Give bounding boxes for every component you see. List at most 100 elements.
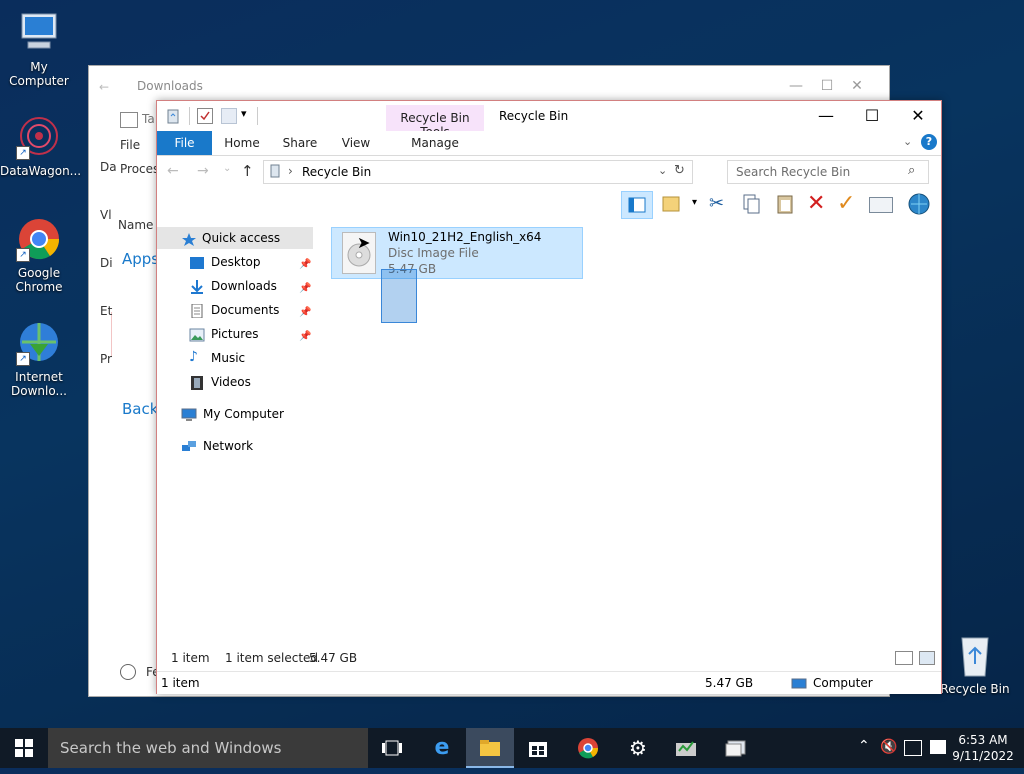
view-dropdown-icon[interactable]: ▾: [692, 197, 697, 208]
chrome-icon[interactable]: [564, 728, 612, 768]
pictures-icon: [189, 327, 205, 342]
title-bar[interactable]: ▾ Recycle Bin Tools Recycle Bin — ☐ ✕: [157, 101, 941, 155]
desktop-icon-label: Google Chrome: [15, 266, 63, 294]
selected-count: 1 item selected: [225, 651, 319, 665]
background-label: Pr: [100, 352, 112, 366]
nav-label: My Computer: [203, 407, 284, 421]
copy-icon[interactable]: [741, 193, 761, 215]
maximize-button[interactable]: ☐: [849, 101, 895, 131]
large-icons-view-icon[interactable]: [919, 651, 935, 665]
desktop-icon-google-chrome[interactable]: ↗ Google Chrome: [0, 216, 78, 294]
download-arrow-icon: [189, 279, 205, 294]
background-label: Vl: [100, 208, 112, 222]
properties-icon[interactable]: [197, 108, 213, 124]
tab-manage[interactable]: Manage: [386, 131, 484, 155]
nav-my-computer[interactable]: My Computer: [181, 403, 313, 425]
desktop-icon-internet-download[interactable]: ↗ Internet Downlo...: [0, 320, 78, 398]
network-status-icon[interactable]: [904, 740, 922, 756]
command-toolbar: ▾ ✂ ✕ ✓: [157, 189, 941, 221]
background-window-controls-icon: — ☐ ✕: [789, 78, 863, 94]
view-options-icon[interactable]: [661, 193, 681, 215]
outer-status-bar: 1 item 5.47 GB Computer: [157, 671, 941, 694]
nav-label: Videos: [211, 375, 251, 389]
refresh-icon[interactable]: ↻: [674, 163, 685, 178]
tab-file[interactable]: File: [157, 131, 212, 155]
recent-locations-dropdown-icon[interactable]: ⌄: [223, 163, 231, 174]
new-folder-icon[interactable]: [221, 108, 237, 124]
desktop-folder-icon: [189, 255, 205, 269]
show-hidden-icons-chevron-icon[interactable]: ⌃: [858, 738, 870, 754]
nav-desktop[interactable]: Desktop 📌: [189, 251, 313, 273]
search-placeholder: Search Recycle Bin: [736, 165, 851, 179]
breadcrumb-recycle-bin[interactable]: Recycle Bin: [302, 165, 371, 179]
network-globe-icon[interactable]: [907, 193, 931, 215]
nav-music[interactable]: ♪ Music: [189, 347, 313, 369]
tab-view[interactable]: View: [333, 131, 379, 155]
recycle-bin-small-icon: [268, 164, 282, 178]
tab-home[interactable]: Home: [217, 131, 267, 155]
task-view-icon[interactable]: [368, 728, 416, 768]
rename-icon[interactable]: [869, 197, 893, 213]
taskbar-search-input[interactable]: Search the web and Windows: [48, 728, 368, 768]
ribbon-tabs: File Home Share View Manage ⌄ ?: [157, 131, 941, 156]
back-arrow-icon[interactable]: ←: [167, 163, 179, 179]
desktop-icon-my-computer[interactable]: My Computer: [0, 10, 78, 88]
preview-pane-button[interactable]: [621, 191, 653, 219]
task-manager-icon: [120, 112, 138, 128]
system-clock[interactable]: 6:53 AM 9/11/2022: [948, 732, 1018, 764]
background-label: Et: [100, 304, 113, 318]
item-count: 1 item: [161, 676, 200, 690]
nav-network[interactable]: Network: [181, 435, 313, 457]
up-arrow-icon[interactable]: ↑: [241, 162, 254, 180]
desktop-icon-recycle-bin[interactable]: Recycle Bin: [936, 632, 1014, 696]
edge-browser-icon[interactable]: e: [418, 728, 466, 768]
background-label: Back: [122, 400, 159, 418]
forward-arrow-icon[interactable]: →: [197, 163, 209, 179]
nav-label: Music: [211, 351, 246, 365]
store-icon[interactable]: [514, 728, 562, 768]
desktop-icon-label: DataWagon...: [0, 164, 82, 178]
close-button[interactable]: ✕: [895, 101, 941, 131]
file-list[interactable]: Win10_21H2_English_x64 Disc Image File 5…: [327, 219, 937, 639]
nav-videos[interactable]: Videos: [189, 371, 313, 393]
ribbon-expand-chevron-icon[interactable]: ⌄: [903, 135, 912, 148]
desktop-icon-label: My Computer: [9, 60, 69, 88]
address-bar-row: ← → ⌄ ↑ › Recycle Bin ⌄ ↻ Search Recycle…: [157, 157, 941, 187]
nav-label: Desktop: [211, 255, 261, 269]
desktop-icon-datawagon[interactable]: ↗ DataWagon...: [0, 114, 82, 178]
restore-checkmark-icon[interactable]: ✓: [837, 191, 855, 216]
action-center-icon[interactable]: [930, 740, 946, 754]
task-manager-window-background[interactable]: Ta File Proces Da Vl Di Et Pr Name Apps …: [100, 104, 160, 680]
nav-label: Documents: [211, 303, 280, 317]
chevron-up-icon: [120, 664, 136, 680]
settings-gear-icon[interactable]: ⚙: [614, 728, 662, 768]
background-label: File: [120, 138, 141, 152]
inner-status-bar: 1 item 1 item selected 5.47 GB: [157, 647, 941, 669]
nav-documents[interactable]: Documents 📌: [189, 299, 313, 321]
help-button[interactable]: ?: [921, 134, 937, 150]
address-input[interactable]: › Recycle Bin ⌄ ↻: [263, 160, 693, 184]
task-manager-icon[interactable]: [662, 728, 710, 768]
volume-muted-icon[interactable]: 🔇: [880, 739, 897, 755]
nav-quick-access[interactable]: Quick access: [157, 227, 313, 249]
control-panel-icon[interactable]: [712, 728, 760, 768]
chrome-icon: ↗: [16, 216, 62, 262]
minimize-button[interactable]: —: [803, 101, 849, 131]
pin-icon: 📌: [299, 283, 312, 294]
address-dropdown-icon[interactable]: ⌄: [658, 164, 667, 177]
paste-icon[interactable]: [775, 193, 795, 215]
nav-pictures[interactable]: Pictures 📌: [189, 323, 313, 345]
search-input[interactable]: Search Recycle Bin ⌕: [727, 160, 929, 184]
start-windows-icon[interactable]: [0, 728, 48, 768]
music-note-icon: ♪: [189, 349, 198, 365]
computer-icon: [16, 10, 62, 56]
nav-downloads[interactable]: Downloads 📌: [189, 275, 313, 297]
quick-access-toolbar-dropdown-icon[interactable]: ▾: [241, 107, 247, 120]
tab-share[interactable]: Share: [275, 131, 325, 155]
details-view-icon[interactable]: [895, 651, 913, 665]
explorer-window[interactable]: ▾ Recycle Bin Tools Recycle Bin — ☐ ✕ Fi…: [156, 100, 942, 694]
search-icon: ⌕: [908, 163, 916, 178]
delete-icon[interactable]: ✕: [807, 191, 825, 216]
file-explorer-icon[interactable]: [466, 728, 514, 768]
cut-icon[interactable]: ✂: [709, 193, 724, 214]
